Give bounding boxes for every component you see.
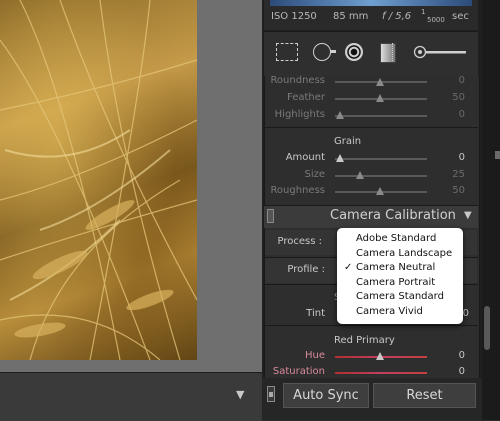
red-saturation-slider[interactable] bbox=[335, 372, 427, 374]
profile-label: Profile : bbox=[287, 264, 325, 275]
section-divider bbox=[264, 127, 478, 128]
grain-amount-value[interactable]: 0 bbox=[435, 152, 465, 163]
panel-scrollbar-thumb[interactable] bbox=[484, 306, 490, 350]
profile-option-adobe-standard[interactable]: Adobe Standard bbox=[356, 233, 436, 244]
crop-overlay-icon[interactable] bbox=[276, 43, 298, 61]
shutter-numerator: 1 bbox=[421, 8, 426, 16]
red-hue-label: Hue bbox=[304, 350, 325, 361]
grain-size-label: Size bbox=[304, 169, 325, 180]
highlights-slider[interactable] bbox=[335, 115, 427, 117]
feather-value[interactable]: 50 bbox=[435, 92, 465, 103]
profile-option-camera-landscape[interactable]: Camera Landscape bbox=[356, 248, 452, 259]
feather-label: Feather bbox=[286, 92, 325, 103]
spot-removal-icon[interactable] bbox=[313, 43, 331, 61]
grain-amount-slider-knob[interactable] bbox=[336, 154, 344, 162]
roundness-slider-knob[interactable] bbox=[376, 78, 384, 86]
grain-roughness-label: Roughness bbox=[270, 185, 325, 196]
checkmark-icon: ✓ bbox=[344, 262, 353, 273]
profile-option-camera-vivid[interactable]: Camera Vivid bbox=[356, 306, 423, 317]
grain-amount-label: Amount bbox=[285, 152, 325, 163]
red-saturation-label: Saturation bbox=[272, 366, 325, 377]
grain-roughness-value[interactable]: 50 bbox=[435, 185, 465, 196]
panel-scrollbar-track[interactable] bbox=[482, 0, 500, 420]
highlights-label: Highlights bbox=[274, 109, 325, 120]
camera-calibration-title[interactable]: Camera Calibration bbox=[330, 208, 456, 223]
profile-option-camera-standard[interactable]: Camera Standard bbox=[356, 291, 444, 302]
adjustment-brush-icon[interactable] bbox=[408, 45, 468, 59]
red-primary-header: Red Primary bbox=[334, 335, 395, 346]
grain-size-value[interactable]: 25 bbox=[435, 169, 465, 180]
collapse-arrow-icon[interactable]: ▼ bbox=[464, 210, 472, 221]
shutter-denominator: 5000 bbox=[427, 16, 445, 24]
aperture-readout: f / 5,6 bbox=[382, 11, 412, 22]
sync-switch-indicator bbox=[269, 392, 273, 397]
tint-label: Tint bbox=[306, 308, 325, 319]
focal-length-readout: 85 mm bbox=[333, 11, 369, 22]
panel-edge-marker bbox=[495, 151, 500, 159]
shutter-unit: sec bbox=[452, 11, 469, 22]
filmstrip-dropdown-icon[interactable]: ▼ bbox=[236, 389, 248, 400]
graduated-filter-lines-icon bbox=[392, 43, 397, 61]
filmstrip-toolbar bbox=[0, 372, 262, 421]
highlights-slider-knob[interactable] bbox=[336, 111, 344, 119]
grain-amount-slider[interactable] bbox=[335, 158, 427, 160]
histogram-graph bbox=[270, 0, 472, 6]
row-divider bbox=[264, 325, 478, 326]
highlights-value[interactable]: 0 bbox=[435, 109, 465, 120]
reset-button[interactable]: Reset bbox=[373, 383, 476, 408]
profile-option-camera-portrait[interactable]: Camera Portrait bbox=[356, 277, 435, 288]
grain-size-slider-knob[interactable] bbox=[356, 171, 364, 179]
red-eye-icon[interactable] bbox=[345, 43, 363, 61]
red-hue-value[interactable]: 0 bbox=[435, 350, 465, 361]
photo-preview[interactable] bbox=[0, 0, 197, 360]
feather-slider-knob[interactable] bbox=[376, 94, 384, 102]
camera-calibration-toggle[interactable] bbox=[267, 209, 274, 223]
iso-readout: ISO 1250 bbox=[271, 11, 317, 22]
process-label: Process : bbox=[277, 236, 322, 247]
roundness-value[interactable]: 0 bbox=[435, 75, 465, 86]
auto-sync-button[interactable]: Auto Sync bbox=[283, 383, 369, 408]
roundness-label: Roundness bbox=[270, 75, 325, 86]
red-hue-slider-knob[interactable] bbox=[376, 352, 384, 360]
grain-roughness-slider-knob[interactable] bbox=[376, 187, 384, 195]
grain-size-slider[interactable] bbox=[335, 175, 427, 177]
grain-header: Grain bbox=[334, 136, 362, 147]
wheat-field-image bbox=[0, 0, 197, 360]
profile-option-camera-neutral[interactable]: Camera Neutral bbox=[356, 262, 435, 273]
spot-removal-handle-icon bbox=[330, 50, 336, 53]
red-saturation-value[interactable]: 0 bbox=[435, 366, 465, 377]
